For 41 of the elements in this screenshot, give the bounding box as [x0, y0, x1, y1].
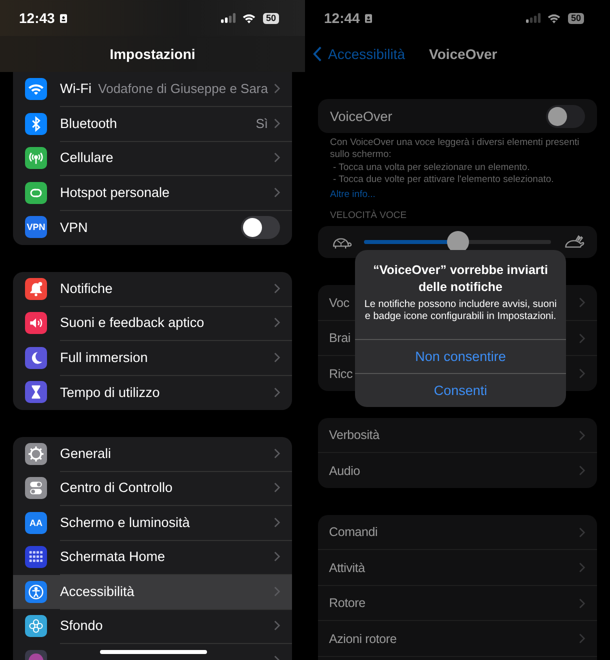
app-tile-icon: AA — [25, 512, 47, 534]
row-label: Comandi — [329, 525, 378, 540]
row-label: Accessibilità — [60, 584, 134, 599]
row-label: Verbosità — [329, 428, 380, 442]
status-time: 12:43 — [19, 10, 55, 26]
row-label: Cellulare — [60, 150, 114, 166]
alert-message: Le notifiche possono includere avvisi, suoni e badge icone configurabili in Impostazioni. — [363, 299, 558, 323]
row-label: Voc — [329, 296, 350, 310]
row-label: Schermo e luminosità — [60, 514, 190, 530]
battery-level: 50 — [568, 12, 584, 24]
row-label: Attività — [329, 560, 365, 575]
row-value: Vodafone di Giuseppe e Sara — [97, 81, 268, 96]
row-label: Wi-Fi — [60, 81, 92, 96]
row-label: VoiceOver — [330, 108, 392, 124]
row-label: Suoni e feedback aptico — [60, 315, 204, 330]
row-label: Generali — [60, 446, 112, 461]
row-label: Centro di Controllo — [60, 480, 173, 496]
row-label: Schermata Home — [60, 549, 166, 564]
row-label: Audio — [329, 464, 360, 478]
row-label: Bluetooth — [60, 116, 118, 131]
footer-text: - Tocca due volte per attivare l'elemento selezionato. — [332, 174, 555, 187]
row-value: Sì — [254, 116, 268, 131]
page-title: Impostazioni — [110, 46, 196, 62]
row-label: VPN — [60, 220, 88, 235]
page-title: VoiceOver — [429, 46, 498, 62]
app-tile-icon: VPN — [25, 216, 47, 238]
row-label: Full immersion — [60, 350, 148, 365]
row-label: Azioni rotore — [329, 632, 397, 646]
row-label: Sfondo — [60, 618, 103, 634]
row-label: Hotspot personale — [60, 184, 170, 200]
row-label: Rotore — [329, 596, 366, 610]
status-time: 12:44 — [324, 10, 360, 26]
battery-level: 50 — [262, 12, 279, 24]
row-label: Notifiche — [60, 280, 113, 296]
row-label: Ricc — [329, 366, 353, 381]
section-header: VELOCITÀ VOCE — [330, 210, 408, 222]
alert-title: “VoiceOver” vorrebbe inviarti delle notifiche — [372, 262, 549, 296]
footer-text: - Tocca una volta per selezionare un elemento. — [332, 162, 531, 174]
row-label: Tempo di utilizzo — [60, 384, 160, 400]
row-label: Brai — [329, 331, 350, 346]
footer-text: Con VoiceOver una voce leggerà i diversi elementi presenti sullo schermo: — [330, 137, 580, 162]
